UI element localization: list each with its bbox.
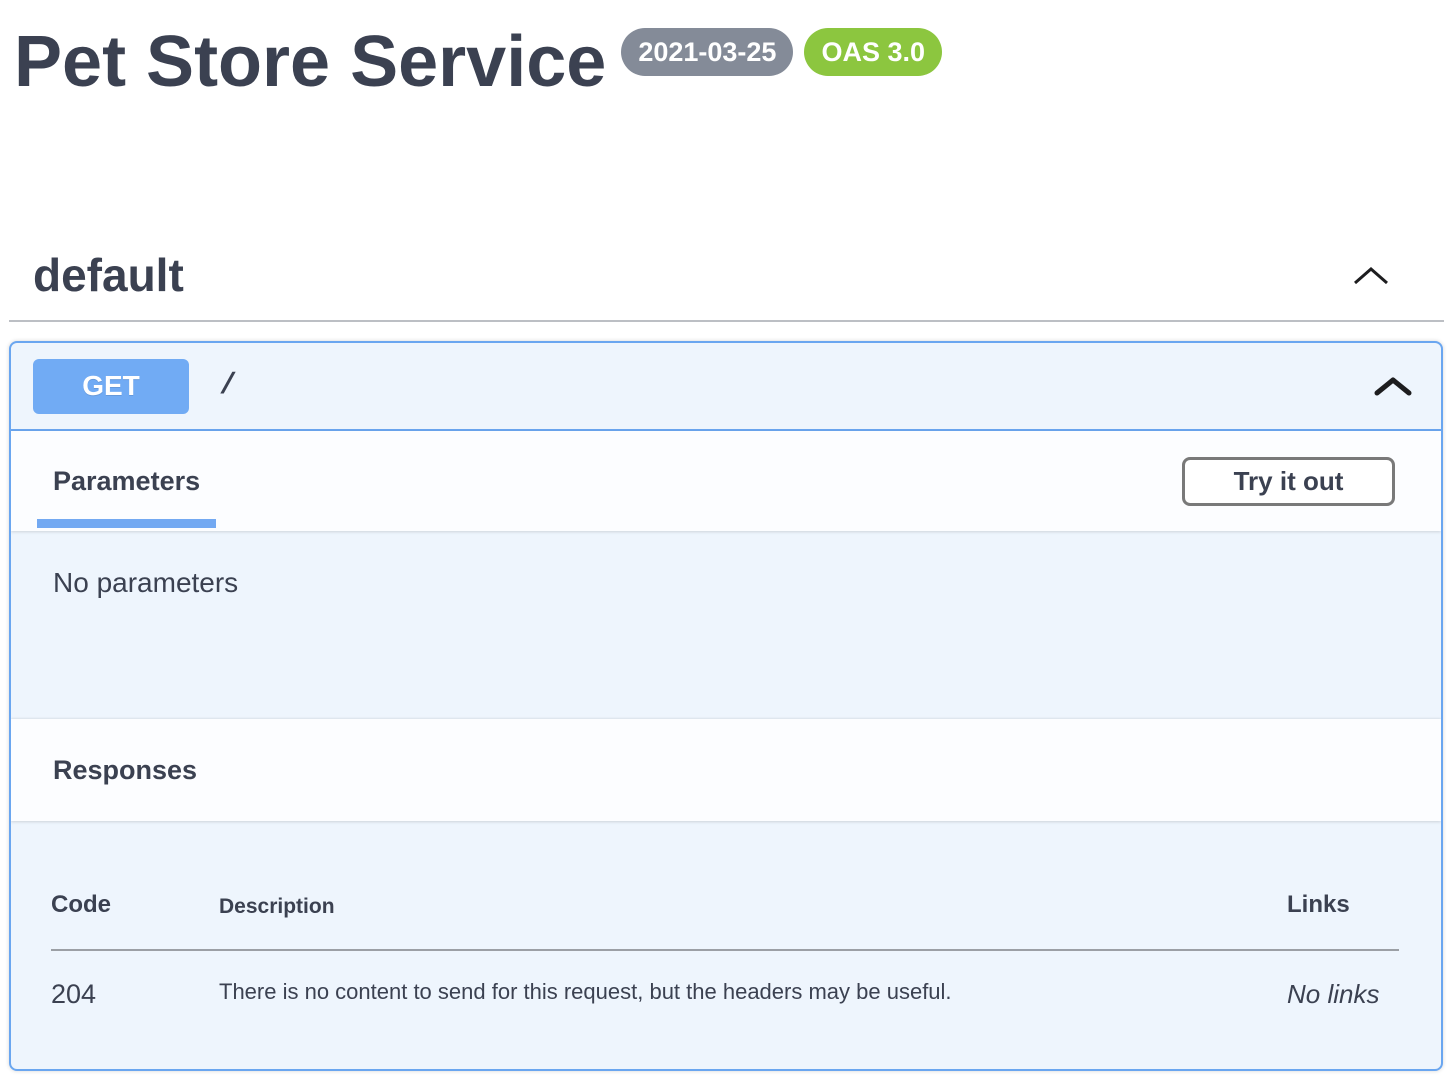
column-header-links: Links	[1287, 821, 1399, 950]
column-header-code: Code	[51, 821, 219, 950]
title-badges: 2021-03-25 OAS 3.0	[621, 28, 942, 76]
responses-container: Code Description Links 204 There is no c…	[11, 821, 1441, 1069]
responses-header: Responses	[11, 719, 1441, 821]
page-title: Pet Store Service	[14, 26, 606, 98]
parameters-header: Parameters Try it out	[11, 431, 1441, 531]
section-divider	[9, 320, 1444, 322]
tag-section-title: default	[33, 248, 184, 303]
try-it-out-button[interactable]: Try it out	[1182, 457, 1395, 506]
tab-parameters[interactable]: Parameters	[37, 431, 216, 531]
column-header-description: Description	[219, 821, 1287, 950]
version-badge: 2021-03-25	[621, 28, 793, 76]
responses-title: Responses	[53, 755, 197, 786]
parameters-container: No parameters	[11, 531, 1441, 719]
http-method-badge[interactable]: GET	[33, 359, 189, 414]
no-parameters-text: No parameters	[53, 567, 238, 598]
response-code: 204	[51, 950, 219, 1010]
opblock-summary[interactable]: GET /	[11, 343, 1441, 431]
endpoint-path: /	[219, 369, 237, 403]
response-description: There is no content to send for this req…	[219, 950, 1287, 1010]
chevron-up-icon[interactable]	[1373, 374, 1413, 398]
oas-version-badge: OAS 3.0	[804, 28, 942, 76]
table-row: 204 There is no content to send for this…	[51, 950, 1399, 1010]
responses-table: Code Description Links 204 There is no c…	[51, 821, 1399, 1010]
opblock-get-root: GET / Parameters Try it out No parameter…	[9, 341, 1443, 1071]
tab-parameters-label: Parameters	[53, 466, 200, 497]
tag-section-default[interactable]: default	[33, 248, 1419, 303]
response-links: No links	[1287, 950, 1399, 1010]
chevron-up-icon[interactable]	[1351, 264, 1391, 288]
app-header: Pet Store Service 2021-03-25 OAS 3.0	[0, 0, 1452, 98]
responses-table-header-row: Code Description Links	[51, 821, 1399, 950]
